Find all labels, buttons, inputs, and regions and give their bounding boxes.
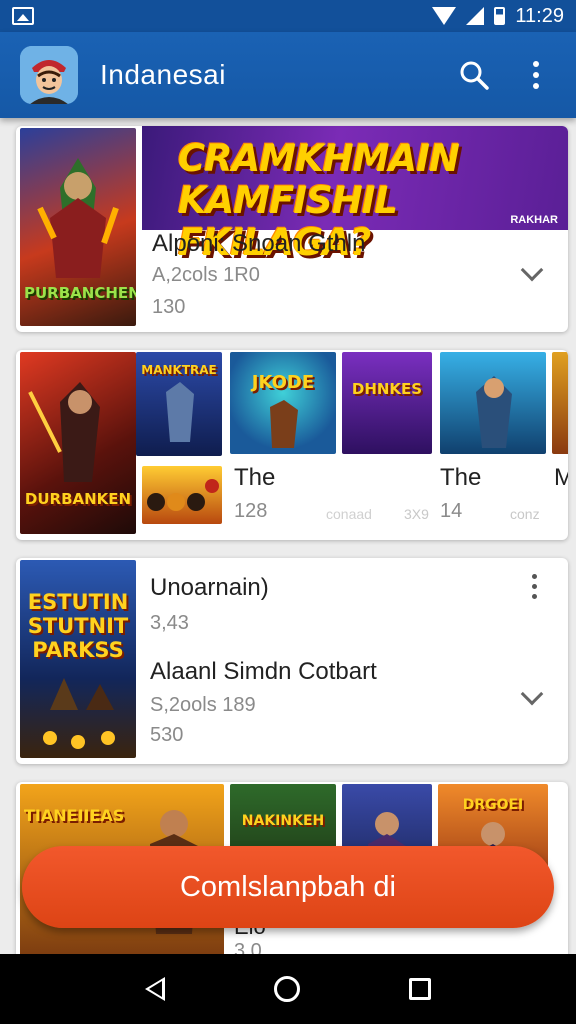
game-cover[interactable]: ESTUTIN STUTNIT PARKSS	[20, 560, 136, 758]
gallery-notification-icon	[12, 7, 34, 25]
banner-badge: RAKHAR	[510, 214, 558, 226]
primary-action-button[interactable]: Comlslanpbah di	[22, 846, 554, 928]
game-meta-secondary: 130	[152, 296, 186, 318]
search-button[interactable]	[450, 51, 498, 99]
game-subtitle: Alaanl Simdn Cotbart	[150, 658, 377, 685]
battery-icon	[494, 7, 506, 25]
recent-apps-icon[interactable]	[409, 978, 432, 1000]
app-bar: Indanesai	[0, 32, 576, 118]
featured-game-card[interactable]: PURBANCHEN CRAMKHMAIN KAMFISHIL FKILAGA?…	[16, 126, 568, 332]
status-bar: 11:29	[0, 0, 576, 32]
game-title: The	[234, 464, 276, 491]
game-thumbnail[interactable]: DHNKES	[342, 352, 432, 454]
game-title: The	[440, 464, 482, 491]
game-meta-faded: conz	[510, 506, 540, 522]
feed[interactable]: PURBANCHEN CRAMKHMAIN KAMFISHIL FKILAGA?…	[0, 118, 576, 954]
game-meta: 128	[234, 500, 268, 522]
game-meta-secondary: 530	[150, 724, 184, 746]
game-meta: 14	[440, 500, 463, 522]
game-meta: A,2cols 1R0	[152, 264, 260, 286]
game-thumbnail[interactable]: MANKTRAE	[136, 352, 222, 456]
game-cover[interactable]: DURBANKEN	[20, 352, 136, 534]
game-meta: S,2ools 189	[150, 694, 256, 716]
overflow-menu-button[interactable]	[512, 51, 560, 99]
game-thumbnail[interactable]	[440, 352, 546, 454]
signal-icon	[466, 7, 485, 25]
system-navigation-bar	[0, 954, 576, 1024]
game-meta: 3.0	[234, 940, 262, 954]
game-thumbnail[interactable]	[552, 352, 568, 454]
game-thumbnail[interactable]: JKODE	[230, 352, 336, 454]
game-thumbnail[interactable]	[142, 466, 222, 524]
promo-banner[interactable]: CRAMKHMAIN KAMFISHIL FKILAGA? RAKHAR	[142, 126, 568, 264]
back-icon[interactable]	[144, 977, 165, 1001]
game-title: Unoarnain)	[150, 574, 269, 601]
search-icon	[460, 61, 489, 90]
game-title: Alponi: Snoan Gthln	[152, 230, 366, 257]
cover-title: PURBANCHEN	[24, 284, 136, 302]
app-logo[interactable]	[20, 46, 78, 104]
home-icon[interactable]	[273, 976, 300, 1002]
game-card[interactable]: ESTUTIN STUTNIT PARKSS Unoarnain) 3,43 A…	[16, 558, 568, 764]
game-cover[interactable]: PURBANCHEN	[20, 128, 136, 326]
status-time: 11:29	[515, 4, 564, 27]
game-title: M	[554, 464, 568, 491]
cover-title: DURBANKEN	[24, 490, 132, 508]
more-vert-icon	[533, 61, 539, 89]
game-collection-card[interactable]: DURBANKEN MANKTRAE JKODE DHNKES The 128 …	[16, 350, 568, 540]
wifi-icon	[432, 7, 457, 25]
game-meta-faded: conaad	[326, 506, 372, 522]
expand-chevron-icon[interactable]	[520, 682, 544, 706]
more-vert-icon[interactable]	[532, 574, 537, 599]
game-meta-faded: 3X9	[404, 506, 429, 522]
game-meta: 3,43	[150, 612, 189, 634]
app-title: Indanesai	[100, 59, 226, 90]
